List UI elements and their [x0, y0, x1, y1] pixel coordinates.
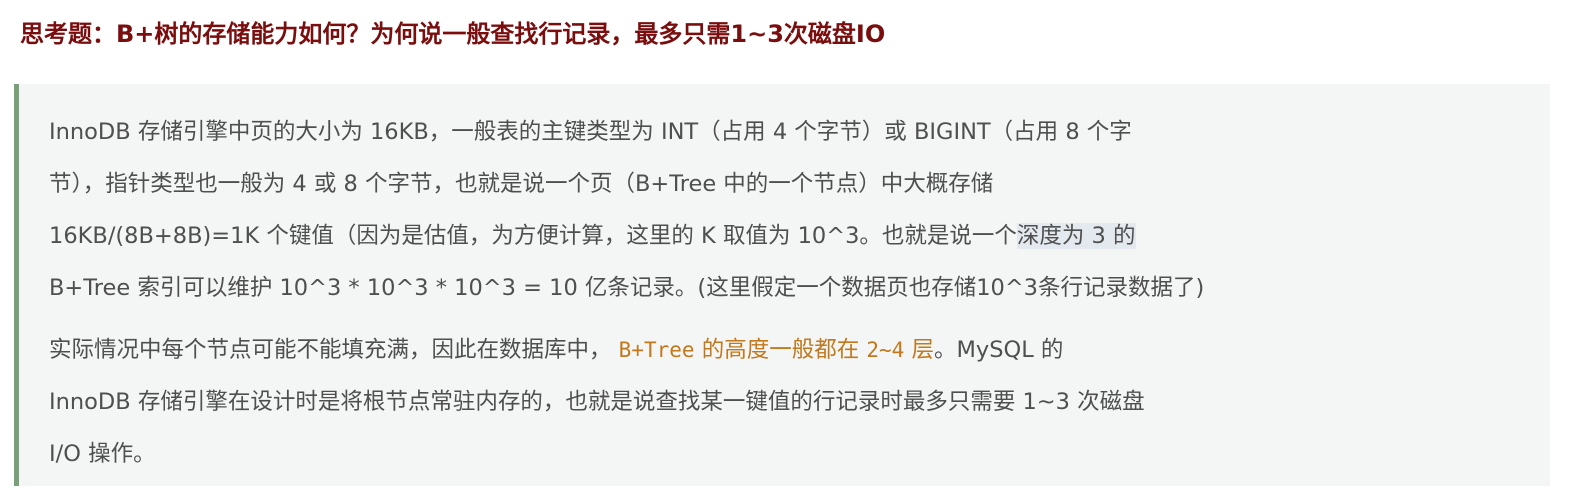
- text-line: 。MySQL 的: [933, 337, 1064, 363]
- paragraph-tree-height: 实际情况中每个节点可能不能填充满，因此在数据库中， B+Tree 的高度一般都在…: [49, 324, 1526, 480]
- text-line: B+Tree 索引可以维护 10^3 * 10^3 * 10^3 = 10 亿条…: [49, 275, 1205, 301]
- text-line: 节），指针类型也一般为 4 或 8 个字节，也就是说一个页（B+Tree 中的一…: [49, 171, 994, 197]
- text-line: 16KB/(8B+8B)=1K 个键值（因为是估值，为方便计算，这里的 K 取值…: [49, 223, 1017, 249]
- text-line: 实际情况中每个节点可能不能填充满，因此在数据库中，: [49, 337, 612, 363]
- inline-code-text: 的高度一般都在: [701, 337, 860, 363]
- inline-code: 2~4: [866, 338, 905, 362]
- blockquote: InnoDB 存储引擎中页的大小为 16KB，一般表的主键类型为 INT（占用 …: [14, 84, 1550, 486]
- text-line: InnoDB 存储引擎在设计时是将根节点常驻内存的，也就是说查找某一键值的行记录…: [49, 389, 1145, 415]
- text-line: InnoDB 存储引擎中页的大小为 16KB，一般表的主键类型为 INT（占用 …: [49, 119, 1132, 145]
- text-line: I/O 操作。: [49, 441, 156, 467]
- question-heading: 思考题：B+树的存储能力如何？为何说一般查找行记录，最多只需1~3次磁盘IO: [20, 20, 886, 48]
- inline-code: B+Tree: [618, 338, 695, 362]
- inline-code-text: 层: [911, 337, 934, 363]
- text-selection-highlight: 深度为 3 的: [1016, 223, 1136, 249]
- paragraph-page-size: InnoDB 存储引擎中页的大小为 16KB，一般表的主键类型为 INT（占用 …: [49, 106, 1526, 314]
